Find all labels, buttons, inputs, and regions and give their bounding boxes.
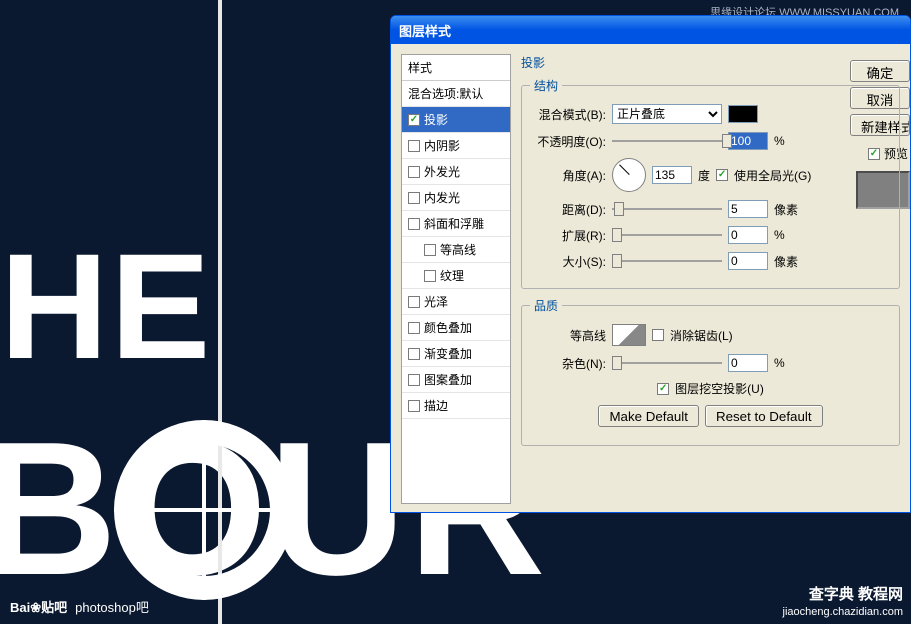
size-input[interactable] — [728, 252, 768, 270]
style-blending-options[interactable]: 混合选项:默认 — [402, 81, 510, 107]
outer-glow-label: 外发光 — [424, 163, 460, 180]
effect-title: 投影 — [521, 54, 900, 71]
style-bevel[interactable]: 斜面和浮雕 — [402, 211, 510, 237]
layer-style-dialog: 图层样式 确定 取消 新建样式( 预览 样式 混合选项:默认 投影 内阴影 外发… — [390, 15, 911, 513]
bevel-label: 斜面和浮雕 — [424, 215, 484, 232]
style-inner-shadow[interactable]: 内阴影 — [402, 133, 510, 159]
knockout-label: 图层挖空投影(U) — [675, 380, 764, 397]
angle-unit: 度 — [698, 167, 710, 184]
baidu-bar-name: photoshop吧 — [75, 597, 149, 616]
drop-shadow-label: 投影 — [424, 111, 448, 128]
inner-shadow-checkbox[interactable] — [408, 140, 420, 152]
inner-glow-checkbox[interactable] — [408, 192, 420, 204]
angle-dial[interactable] — [612, 158, 646, 192]
opacity-input[interactable] — [728, 132, 768, 150]
size-slider[interactable] — [612, 253, 722, 269]
color-overlay-checkbox[interactable] — [408, 322, 420, 334]
style-pattern-overlay[interactable]: 图案叠加 — [402, 367, 510, 393]
angle-input[interactable] — [652, 166, 692, 184]
opacity-unit: % — [774, 134, 802, 148]
pattern-overlay-checkbox[interactable] — [408, 374, 420, 386]
style-satin[interactable]: 光泽 — [402, 289, 510, 315]
global-light-checkbox[interactable] — [716, 169, 728, 181]
blend-mode-select[interactable]: 正片叠底 — [612, 104, 722, 124]
antialias-label: 消除锯齿(L) — [670, 327, 733, 344]
antialias-checkbox[interactable] — [652, 329, 664, 341]
dialog-title: 图层样式 — [399, 21, 451, 40]
style-texture[interactable]: 纹理 — [402, 263, 510, 289]
make-default-button[interactable]: Make Default — [598, 405, 699, 427]
style-gradient-overlay[interactable]: 渐变叠加 — [402, 341, 510, 367]
texture-checkbox[interactable] — [424, 270, 436, 282]
noise-unit: % — [774, 356, 802, 370]
pattern-overlay-label: 图案叠加 — [424, 371, 472, 388]
crosshair-circle — [114, 420, 294, 600]
satin-checkbox[interactable] — [408, 296, 420, 308]
effect-settings: 投影 结构 混合模式(B): 正片叠底 不透明度(O): % — [521, 54, 900, 504]
global-light-label: 使用全局光(G) — [734, 167, 811, 184]
distance-input[interactable] — [728, 200, 768, 218]
angle-label: 角度(A): — [530, 167, 606, 184]
structure-fieldset: 结构 混合模式(B): 正片叠底 不透明度(O): % 角度(A): — [521, 77, 900, 289]
chazidian-title: 查字典 教程网 — [783, 584, 903, 605]
contour-picker[interactable] — [612, 324, 646, 346]
style-stroke[interactable]: 描边 — [402, 393, 510, 419]
inner-glow-label: 内发光 — [424, 189, 460, 206]
background-text-the: HE — [0, 220, 212, 393]
style-inner-glow[interactable]: 内发光 — [402, 185, 510, 211]
gradient-overlay-label: 渐变叠加 — [424, 345, 472, 362]
distance-label: 距离(D): — [530, 201, 606, 218]
spread-label: 扩展(R): — [530, 227, 606, 244]
size-label: 大小(S): — [530, 253, 606, 270]
contour-label: 等高线 — [440, 241, 476, 258]
chazidian-url: jiaocheng.chazidian.com — [783, 605, 903, 620]
bevel-checkbox[interactable] — [408, 218, 420, 230]
drop-shadow-checkbox[interactable] — [408, 114, 420, 126]
gradient-overlay-checkbox[interactable] — [408, 348, 420, 360]
styles-list-panel: 样式 混合选项:默认 投影 内阴影 外发光 内发光 斜面和浮雕 等高线 纹理 光… — [401, 54, 511, 504]
spread-unit: % — [774, 228, 802, 242]
quality-fieldset: 品质 等高线 消除锯齿(L) 杂色(N): % — [521, 297, 900, 446]
reset-default-button[interactable]: Reset to Default — [705, 405, 823, 427]
satin-label: 光泽 — [424, 293, 448, 310]
contour-label: 等高线 — [530, 327, 606, 344]
style-color-overlay[interactable]: 颜色叠加 — [402, 315, 510, 341]
inner-shadow-label: 内阴影 — [424, 137, 460, 154]
color-overlay-label: 颜色叠加 — [424, 319, 472, 336]
spread-slider[interactable] — [612, 227, 722, 243]
knockout-checkbox[interactable] — [657, 383, 669, 395]
quality-legend: 品质 — [530, 297, 562, 314]
noise-label: 杂色(N): — [530, 355, 606, 372]
structure-legend: 结构 — [530, 77, 562, 94]
outer-glow-checkbox[interactable] — [408, 166, 420, 178]
styles-header: 样式 — [402, 55, 510, 81]
blend-mode-label: 混合模式(B): — [530, 106, 606, 123]
size-unit: 像素 — [774, 253, 802, 270]
shadow-color-swatch[interactable] — [728, 105, 758, 123]
style-contour[interactable]: 等高线 — [402, 237, 510, 263]
texture-label: 纹理 — [440, 267, 464, 284]
distance-slider[interactable] — [612, 201, 722, 217]
stroke-checkbox[interactable] — [408, 400, 420, 412]
noise-slider[interactable] — [612, 355, 722, 371]
opacity-label: 不透明度(O): — [530, 133, 606, 150]
dialog-titlebar[interactable]: 图层样式 — [391, 16, 910, 44]
spread-input[interactable] — [728, 226, 768, 244]
opacity-slider[interactable] — [612, 133, 722, 149]
style-outer-glow[interactable]: 外发光 — [402, 159, 510, 185]
distance-unit: 像素 — [774, 201, 802, 218]
watermark-bottom-right: 查字典 教程网 jiaocheng.chazidian.com — [783, 584, 903, 620]
stroke-label: 描边 — [424, 397, 448, 414]
watermark-bottom-left: Bai❀贴吧 photoshop吧 — [10, 597, 149, 616]
contour-checkbox[interactable] — [424, 244, 436, 256]
noise-input[interactable] — [728, 354, 768, 372]
baidu-logo: Bai❀贴吧 — [10, 597, 67, 616]
style-drop-shadow[interactable]: 投影 — [402, 107, 510, 133]
